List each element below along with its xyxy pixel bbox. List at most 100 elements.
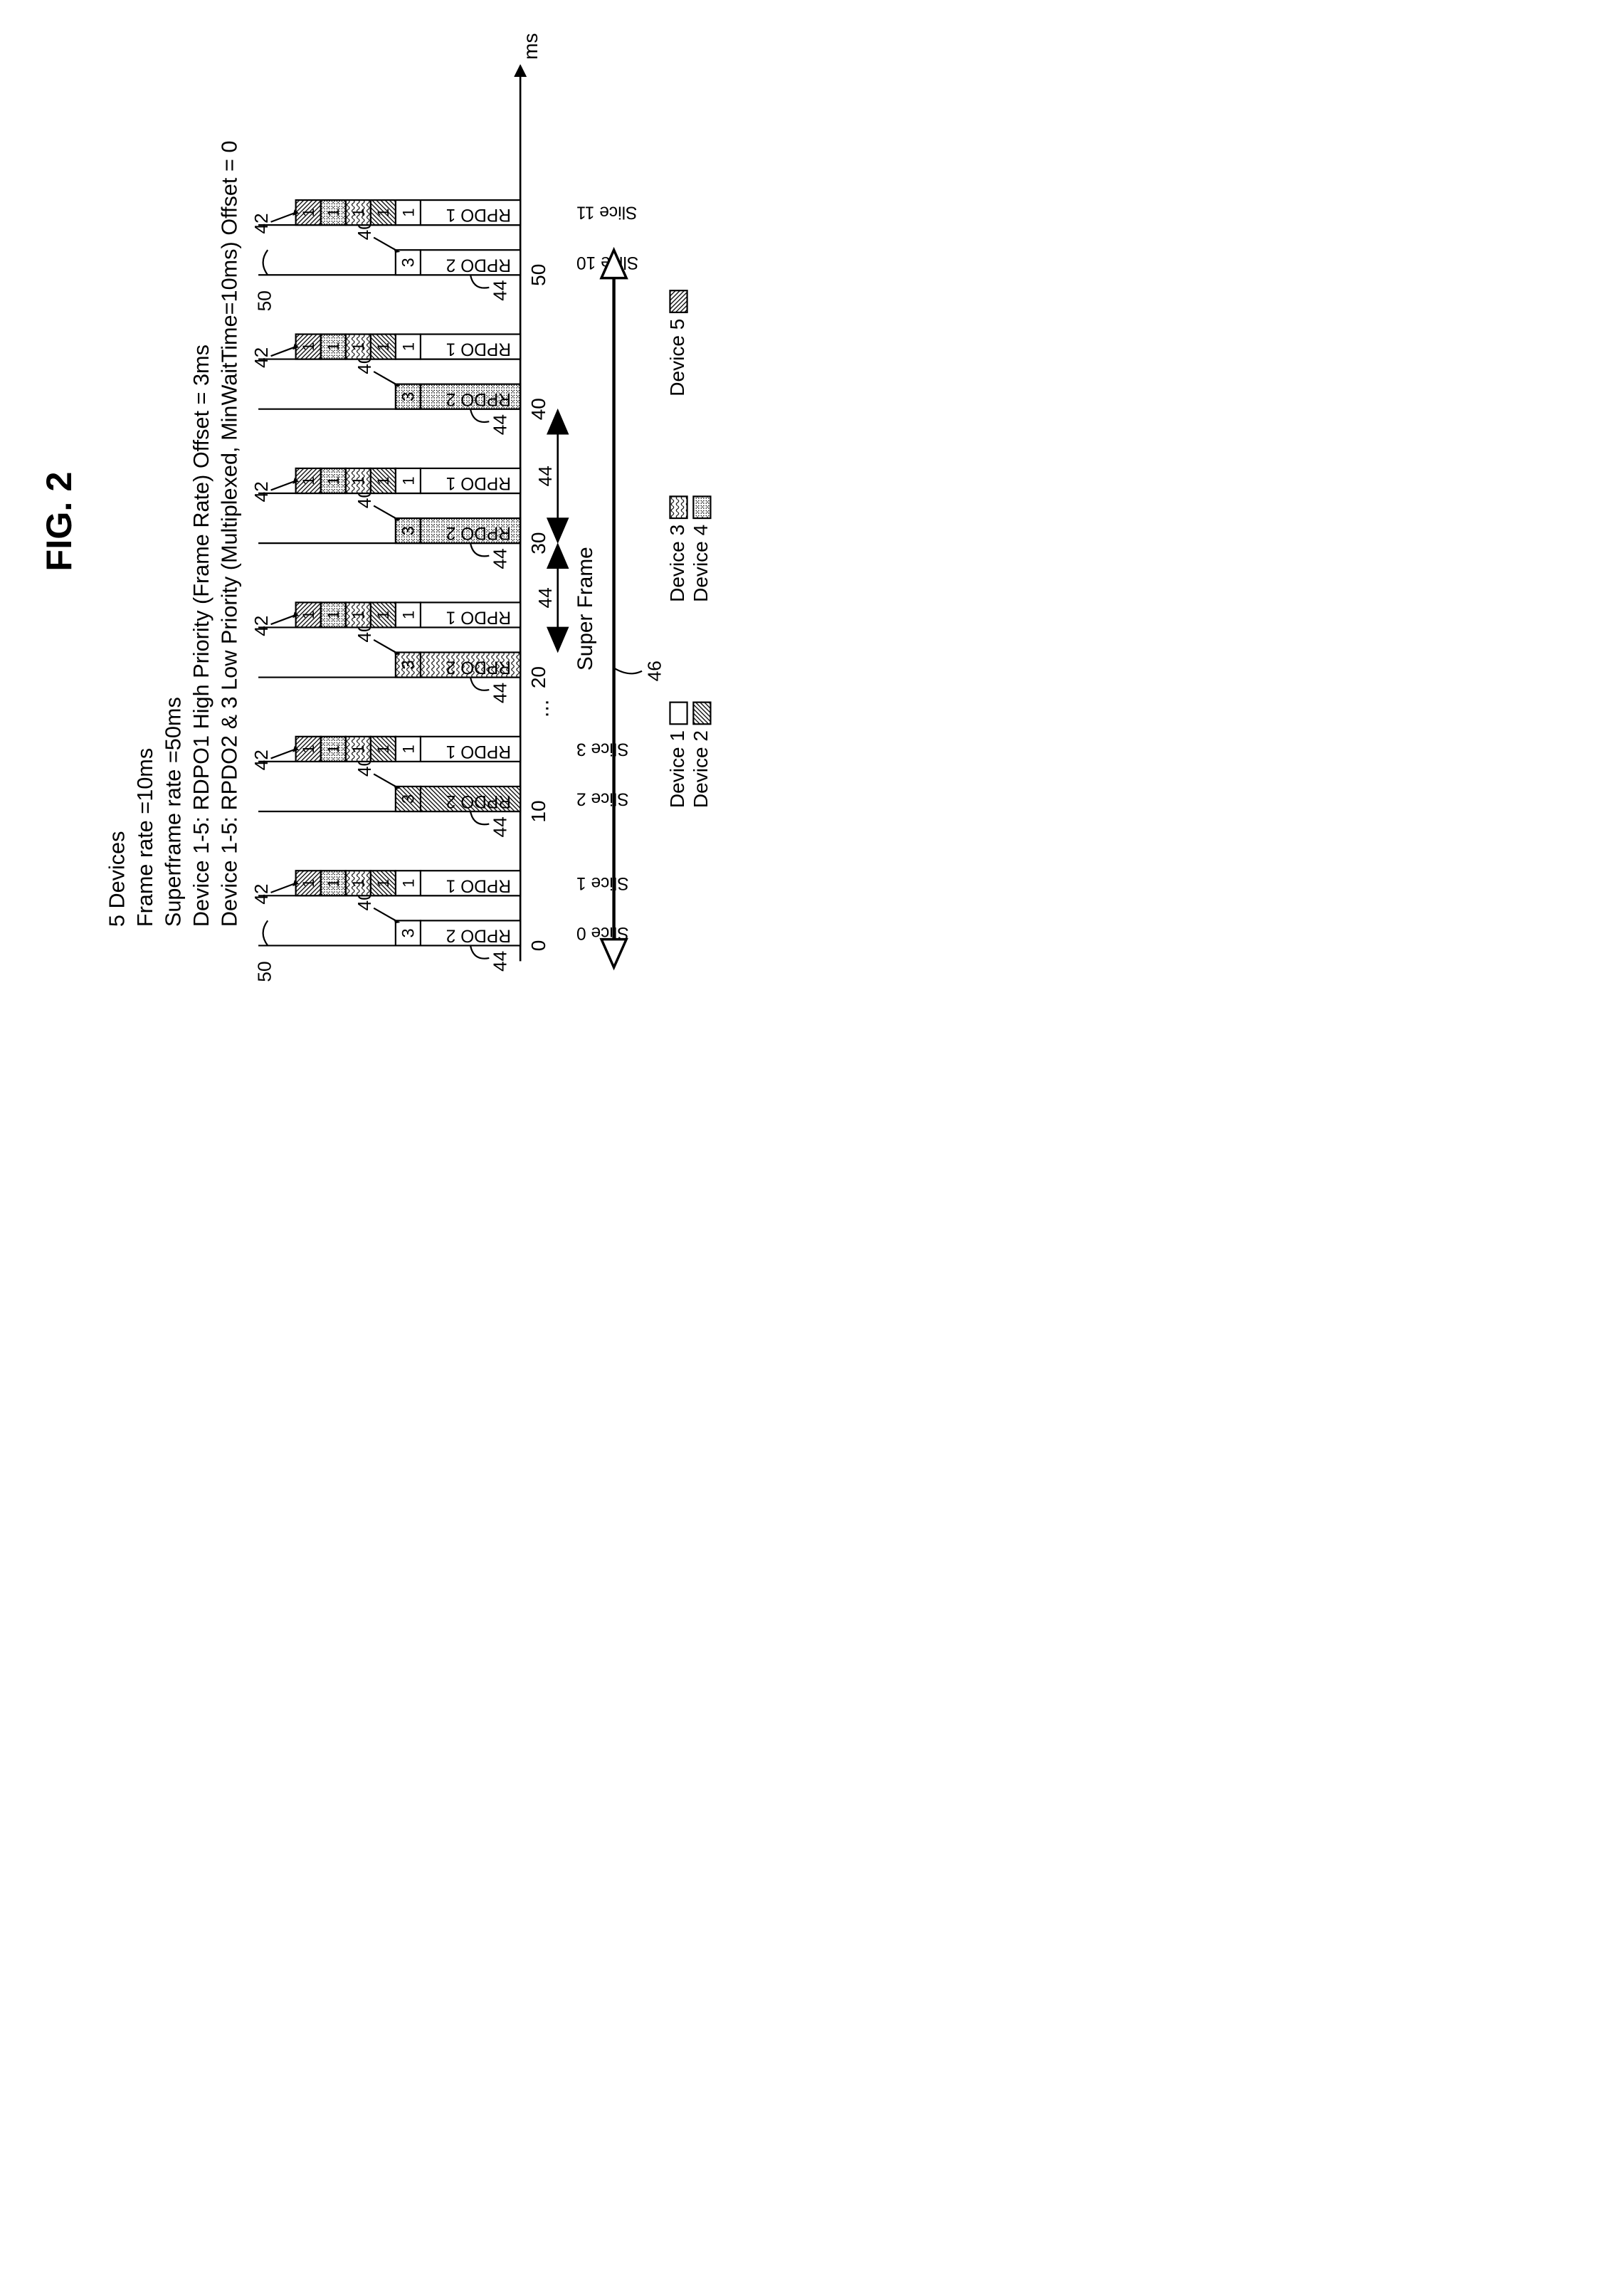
svg-text:RPDO 1: RPDO 1 <box>446 742 511 761</box>
slice-0: RPDO 2 3 Slice 0 0 50 44 40 <box>254 890 629 982</box>
svg-text:3: 3 <box>399 526 418 535</box>
figure-svg: FIG. 2 5 Devices Frame rate =10ms Superf… <box>21 21 733 1024</box>
legend: Device 1 Device 2 Device 3 Device 4 Devi… <box>666 290 712 808</box>
hdr-line5: Device 1-5: RPDO2 & 3 Low Priority (Mult… <box>217 141 241 927</box>
slice-10: RPDO 2 3 Slice 10 50 44 40 50 <box>254 219 639 311</box>
tick-40: 40 <box>527 398 549 420</box>
ref-50a: 50 <box>254 961 275 982</box>
svg-text:RPDO 1: RPDO 1 <box>446 608 511 627</box>
svg-text:44: 44 <box>534 587 556 608</box>
tick-10: 10 <box>527 800 549 822</box>
svg-text:44: 44 <box>534 466 556 486</box>
slice-6: RPDO 2 3 30 44 40 <box>258 488 549 569</box>
hdr-line4: Device 1-5: RDPO1 High Priority (Frame R… <box>189 345 213 927</box>
svg-text:RPDO 2: RPDO 2 <box>446 389 511 409</box>
svg-text:1: 1 <box>300 745 317 753</box>
count3: 3 <box>399 928 418 937</box>
svg-text:1: 1 <box>325 745 342 753</box>
legend-d2: Device 2 <box>690 730 712 808</box>
svg-text:3: 3 <box>399 258 418 267</box>
svg-text:1: 1 <box>399 476 417 485</box>
ref-42-1: 42 <box>251 883 272 904</box>
slice-label-1: Slice 1 <box>576 873 629 893</box>
slice-11: RPDO 1 1 1 1 1 1 Slice 11 42 <box>251 200 637 233</box>
svg-text:1: 1 <box>349 879 367 888</box>
svg-text:RPDO 2: RPDO 2 <box>446 255 511 274</box>
svg-text:1: 1 <box>300 611 317 619</box>
svg-text:1: 1 <box>325 611 342 619</box>
svg-text:1: 1 <box>374 745 392 753</box>
svg-text:1: 1 <box>349 209 367 217</box>
ellipsis: ... <box>529 700 554 718</box>
hdr-line2: Frame rate =10ms <box>133 748 157 927</box>
slice-8: RPDO 2 3 40 44 40 <box>258 354 549 436</box>
tick-0: 0 <box>527 940 549 952</box>
svg-text:1: 1 <box>399 879 417 888</box>
slice-4: RPDO 2 3 20 44 40 <box>258 621 549 703</box>
svg-text:1: 1 <box>349 745 367 753</box>
tick-30: 30 <box>527 532 549 554</box>
ref-42-7: 42 <box>251 481 272 502</box>
slice-9: RPDO 1 1 1 1 1 1 42 <box>251 335 520 368</box>
ref-44-4: 44 <box>489 683 510 703</box>
svg-text:RPDO 1: RPDO 1 <box>446 340 511 359</box>
svg-text:1: 1 <box>374 879 392 888</box>
slice-1: RPDO 1 1 1 1 1 1 Slice 1 42 <box>251 871 628 904</box>
axis-unit: ms <box>520 33 542 60</box>
svg-text:1: 1 <box>300 476 317 485</box>
svg-text:1: 1 <box>325 879 342 888</box>
svg-text:3: 3 <box>399 794 418 804</box>
slice-label-2: Slice 2 <box>576 789 629 809</box>
tick-50: 50 <box>527 264 549 286</box>
ref-42-11: 42 <box>251 213 272 233</box>
svg-text:1: 1 <box>325 476 342 485</box>
between-44-b: 44 <box>534 412 558 540</box>
svg-text:1: 1 <box>349 611 367 619</box>
tick-20: 20 <box>527 666 549 688</box>
ref-50b: 50 <box>254 290 275 311</box>
svg-text:RPDO 1: RPDO 1 <box>446 473 511 493</box>
svg-text:1: 1 <box>300 342 317 351</box>
svg-text:1: 1 <box>374 209 392 217</box>
legend-d5: Device 5 <box>666 319 688 396</box>
svg-text:1: 1 <box>325 209 342 217</box>
between-44-a: 44 <box>534 547 558 650</box>
slice-3: RPDO 1 1 1 1 1 1 Slice 3 42 <box>251 737 628 770</box>
rpdo1-label: RPDO 1 <box>446 876 511 895</box>
superframe-span: Super Frame 46 <box>574 250 665 967</box>
svg-text:1: 1 <box>300 879 317 888</box>
svg-text:1: 1 <box>399 611 417 619</box>
ref-44-0: 44 <box>489 951 510 972</box>
slice-label-3: Slice 3 <box>576 739 629 758</box>
ref-42-5: 42 <box>251 616 272 636</box>
svg-text:RPDO 1: RPDO 1 <box>446 205 511 224</box>
rpdo2-label: RPDO 2 <box>446 926 511 945</box>
hdr-line3: Superframe rate =50ms <box>161 697 185 927</box>
ref-44-8: 44 <box>489 414 510 435</box>
ref-44-10: 44 <box>489 280 510 301</box>
slice-5: RPDO 1 1 1 1 1 1 42 <box>251 602 520 636</box>
svg-text:1: 1 <box>399 342 417 351</box>
slice-2: RPDO 2 3 Slice 2 10 44 40 <box>258 756 629 838</box>
hdr-line1: 5 Devices <box>105 831 130 927</box>
svg-text:1: 1 <box>374 476 392 485</box>
ref-44-2: 44 <box>489 816 510 837</box>
svg-text:1: 1 <box>300 209 317 217</box>
ref-42-3: 42 <box>251 750 272 770</box>
svg-text:1: 1 <box>374 611 392 619</box>
svg-text:1: 1 <box>399 745 417 753</box>
svg-text:RPDO 2: RPDO 2 <box>446 658 511 677</box>
svg-text:1: 1 <box>399 209 417 217</box>
ref-42-9: 42 <box>251 347 272 368</box>
ref-46: 46 <box>643 661 665 681</box>
svg-text:3: 3 <box>399 392 418 401</box>
header-block: 5 Devices Frame rate =10ms Superframe ra… <box>105 141 242 927</box>
svg-text:1: 1 <box>349 476 367 485</box>
superframe-label: Super Frame <box>574 547 597 671</box>
svg-text:1: 1 <box>374 342 392 351</box>
legend-d4: Device 4 <box>690 525 712 602</box>
svg-text:3: 3 <box>399 660 418 669</box>
svg-text:1: 1 <box>349 342 367 351</box>
legend-d1: Device 1 <box>666 730 688 808</box>
ref-44-6: 44 <box>489 548 510 569</box>
